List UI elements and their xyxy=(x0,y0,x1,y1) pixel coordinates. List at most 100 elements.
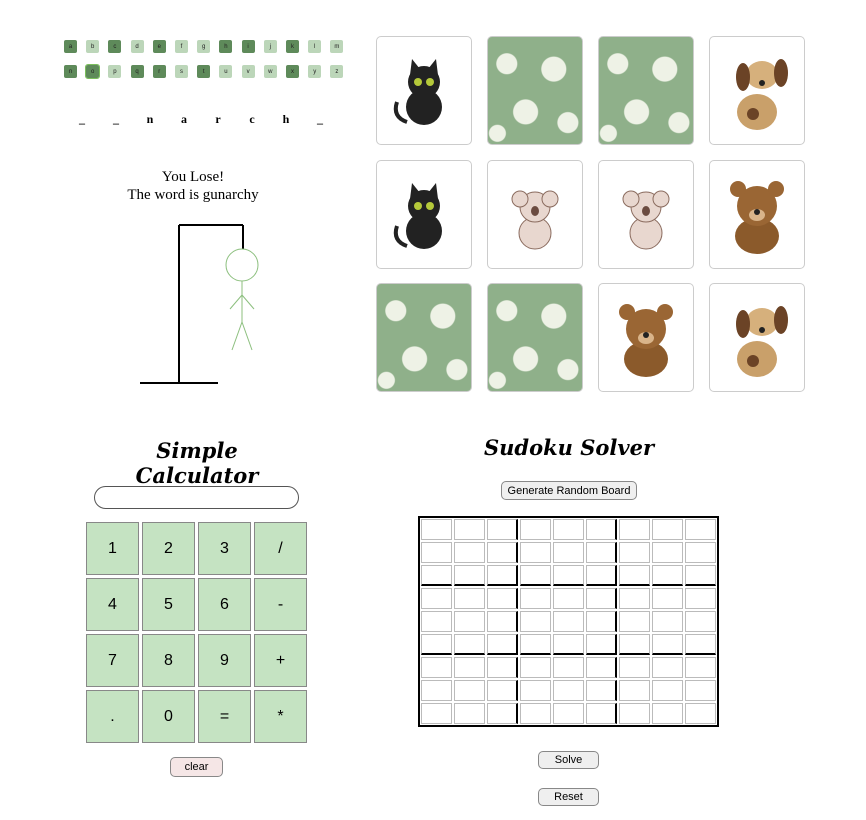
sudoku-cell[interactable] xyxy=(454,588,485,609)
sudoku-cell[interactable] xyxy=(421,680,452,701)
sudoku-cell[interactable] xyxy=(454,634,485,655)
calc-key[interactable]: 7 xyxy=(86,634,139,687)
letter-key[interactable]: a xyxy=(64,40,77,53)
sudoku-cell[interactable] xyxy=(487,657,518,678)
sudoku-cell[interactable] xyxy=(619,519,650,540)
letter-key[interactable]: g xyxy=(197,40,211,53)
calculator-display[interactable] xyxy=(94,486,299,509)
sudoku-cell[interactable] xyxy=(520,634,551,655)
calc-key[interactable]: . xyxy=(86,690,139,743)
sudoku-cell[interactable] xyxy=(652,542,683,563)
calc-key[interactable]: 3 xyxy=(198,522,251,575)
sudoku-cell[interactable] xyxy=(619,680,650,701)
sudoku-cell[interactable] xyxy=(487,519,518,540)
sudoku-cell[interactable] xyxy=(454,657,485,678)
letter-key[interactable]: c xyxy=(108,40,122,53)
letter-key[interactable]: t xyxy=(197,65,211,78)
sudoku-cell[interactable] xyxy=(454,611,485,632)
sudoku-cell[interactable] xyxy=(685,519,716,540)
letter-key[interactable]: l xyxy=(308,40,322,53)
sudoku-cell[interactable] xyxy=(619,588,650,609)
sudoku-cell[interactable] xyxy=(421,542,452,563)
sudoku-cell[interactable] xyxy=(652,611,683,632)
calc-key[interactable]: = xyxy=(198,690,251,743)
memory-card-koala[interactable] xyxy=(598,159,694,269)
sudoku-cell[interactable] xyxy=(586,634,617,655)
sudoku-cell[interactable] xyxy=(619,611,650,632)
sudoku-cell[interactable] xyxy=(454,565,485,586)
letter-key[interactable]: n xyxy=(64,65,77,78)
memory-card-dog[interactable] xyxy=(709,283,805,392)
sudoku-cell[interactable] xyxy=(586,611,617,632)
memory-card-dog[interactable] xyxy=(709,36,805,145)
sudoku-cell[interactable] xyxy=(685,657,716,678)
sudoku-cell[interactable] xyxy=(652,519,683,540)
letter-key[interactable]: o xyxy=(85,64,101,79)
letter-key[interactable]: d xyxy=(130,40,144,53)
sudoku-cell[interactable] xyxy=(553,657,584,678)
sudoku-cell[interactable] xyxy=(454,542,485,563)
sudoku-cell[interactable] xyxy=(421,703,452,724)
sudoku-cell[interactable] xyxy=(454,680,485,701)
calc-key[interactable]: 6 xyxy=(198,578,251,631)
reset-button[interactable]: Reset xyxy=(538,788,599,806)
sudoku-cell[interactable] xyxy=(652,703,683,724)
sudoku-cell[interactable] xyxy=(619,657,650,678)
sudoku-cell[interactable] xyxy=(487,634,518,655)
memory-card-bear[interactable] xyxy=(598,283,694,392)
calc-key[interactable]: - xyxy=(254,578,307,631)
sudoku-cell[interactable] xyxy=(586,680,617,701)
calc-key[interactable]: * xyxy=(254,690,307,743)
sudoku-cell[interactable] xyxy=(520,611,551,632)
sudoku-cell[interactable] xyxy=(619,542,650,563)
letter-key[interactable]: x xyxy=(286,65,299,78)
sudoku-cell[interactable] xyxy=(685,680,716,701)
sudoku-cell[interactable] xyxy=(454,703,485,724)
sudoku-cell[interactable] xyxy=(553,519,584,540)
calc-key[interactable]: 9 xyxy=(198,634,251,687)
letter-key[interactable]: u xyxy=(219,65,233,78)
sudoku-cell[interactable] xyxy=(619,565,650,586)
letter-key[interactable]: e xyxy=(152,40,166,53)
memory-card-flower[interactable] xyxy=(487,36,583,145)
sudoku-cell[interactable] xyxy=(685,634,716,655)
sudoku-cell[interactable] xyxy=(586,703,617,724)
sudoku-cell[interactable] xyxy=(487,565,518,586)
calc-key[interactable]: 5 xyxy=(142,578,195,631)
sudoku-cell[interactable] xyxy=(520,703,551,724)
sudoku-cell[interactable] xyxy=(421,519,452,540)
memory-card-koala[interactable] xyxy=(487,159,583,269)
letter-key[interactable]: h xyxy=(219,40,233,53)
sudoku-cell[interactable] xyxy=(454,519,485,540)
letter-key[interactable]: b xyxy=(86,40,100,53)
calc-key[interactable]: 8 xyxy=(142,634,195,687)
sudoku-cell[interactable] xyxy=(652,634,683,655)
sudoku-cell[interactable] xyxy=(487,542,518,563)
clear-button[interactable]: clear xyxy=(170,757,223,777)
letter-key[interactable]: s xyxy=(175,65,188,78)
sudoku-cell[interactable] xyxy=(619,703,650,724)
sudoku-cell[interactable] xyxy=(619,634,650,655)
sudoku-cell[interactable] xyxy=(652,565,683,586)
letter-key[interactable]: p xyxy=(108,65,122,78)
sudoku-cell[interactable] xyxy=(586,657,617,678)
memory-card-bear[interactable] xyxy=(709,159,805,269)
memory-card-flower[interactable] xyxy=(376,283,472,392)
letter-key[interactable]: k xyxy=(286,40,299,53)
sudoku-cell[interactable] xyxy=(652,657,683,678)
letter-key[interactable]: j xyxy=(263,40,277,53)
sudoku-cell[interactable] xyxy=(586,588,617,609)
sudoku-cell[interactable] xyxy=(421,565,452,586)
sudoku-cell[interactable] xyxy=(553,680,584,701)
letter-key[interactable]: i xyxy=(241,40,255,53)
calc-key[interactable]: 1 xyxy=(86,522,139,575)
calc-key[interactable]: + xyxy=(254,634,307,687)
sudoku-cell[interactable] xyxy=(487,611,518,632)
sudoku-cell[interactable] xyxy=(520,519,551,540)
letter-key[interactable]: r xyxy=(152,65,166,78)
sudoku-cell[interactable] xyxy=(586,542,617,563)
sudoku-cell[interactable] xyxy=(685,611,716,632)
letter-key[interactable]: y xyxy=(308,65,322,78)
sudoku-cell[interactable] xyxy=(553,703,584,724)
sudoku-cell[interactable] xyxy=(553,565,584,586)
